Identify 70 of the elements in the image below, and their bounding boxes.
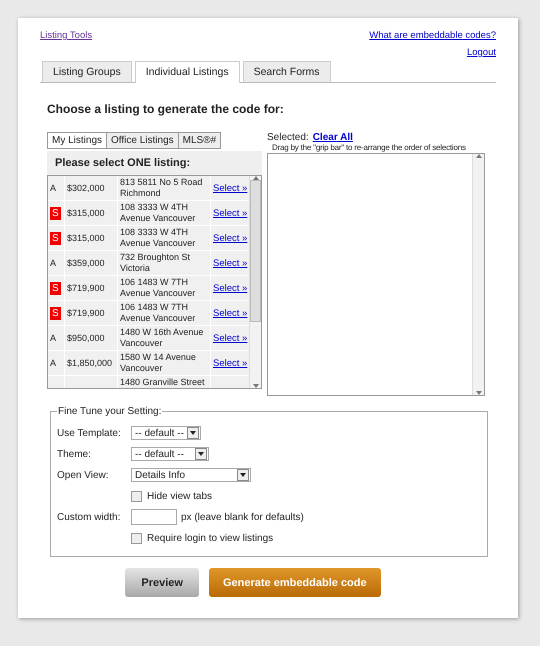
select-link[interactable]: Select »: [213, 232, 248, 244]
preview-button[interactable]: Preview: [125, 568, 199, 597]
table-cell: $359,000: [65, 251, 117, 275]
table-cell: A: [48, 351, 64, 375]
dropdown[interactable]: -- default --: [131, 447, 209, 461]
table-cell: $315,000: [65, 201, 117, 225]
field-label: Custom width:: [57, 512, 122, 522]
table-cell: $315,000: [65, 226, 117, 250]
scrollbar[interactable]: [472, 154, 484, 395]
table-cell: 106 1483 W 7TH Avenue Vancouver: [118, 301, 210, 325]
tab[interactable]: Office Listings: [106, 132, 179, 149]
table-cell: 1480 W 16th Avenue Vancouver: [118, 326, 210, 350]
table-cell: $302,000: [65, 176, 117, 200]
table-cell: A: [48, 251, 64, 275]
status-badge: S: [50, 306, 61, 320]
select-link[interactable]: Select »: [213, 182, 248, 194]
select-link[interactable]: Select »: [213, 208, 248, 218]
scroll-down-icon[interactable]: [476, 391, 482, 395]
checkbox[interactable]: [131, 490, 142, 502]
select-link[interactable]: Select »: [213, 332, 248, 344]
logout-link[interactable]: Logout: [466, 47, 496, 58]
hint-text: Drag by the "grip bar" to re-arrange the order of selections: [271, 143, 467, 152]
width-input[interactable]: [131, 509, 177, 525]
dropdown[interactable]: Details Info: [131, 468, 251, 482]
table-cell: 1580 W 14 Avenue Vancouver: [118, 351, 210, 375]
status-badge: S: [50, 232, 61, 244]
table-cell: 106 1483 W 7TH Avenue Vancouver: [118, 276, 210, 300]
table-cell: 813 5811 No 5 Road Richmond: [118, 176, 210, 200]
table-cell: 732 Broughton St Victoria: [118, 251, 210, 275]
table-cell: 1480 Granville Street: [118, 376, 210, 388]
table-cell: $719,900: [65, 301, 117, 325]
checkbox-label: Require login to view listings: [147, 532, 274, 544]
list-title: Please select ONE listing:: [47, 151, 262, 175]
unit-text: px (leave blank for defaults): [181, 512, 304, 522]
tab[interactable]: My Listings: [47, 132, 108, 149]
table-cell: A: [48, 326, 64, 350]
help-link[interactable]: What are embeddable codes?: [369, 30, 496, 41]
checkbox[interactable]: [131, 532, 142, 544]
dropdown-arrow-icon: [190, 431, 196, 435]
tab[interactable]: Search Forms: [242, 61, 331, 82]
dropdown-arrow-icon: [198, 452, 204, 456]
select-link[interactable]: Select »: [213, 258, 248, 268]
table-cell: 108 3333 W 4TH Avenue Vancouver: [118, 226, 210, 250]
scroll-down-icon[interactable]: [252, 384, 258, 388]
scroll-up-icon[interactable]: [476, 154, 482, 158]
selected-label: Selected:: [267, 132, 309, 143]
select-link[interactable]: Select »: [213, 282, 248, 294]
table-cell: $950,000: [65, 326, 117, 350]
field-label: Use Template:: [57, 428, 122, 438]
dropdown-arrow-icon: [240, 473, 246, 477]
select-link[interactable]: Select »: [213, 308, 248, 318]
dropdown[interactable]: -- default --: [131, 426, 201, 440]
scrollbar[interactable]: [249, 176, 261, 388]
status-badge: S: [50, 282, 61, 294]
table-cell: $719,900: [65, 276, 117, 300]
table-cell: 108 3333 W 4TH Avenue Vancouver: [118, 201, 210, 225]
clear-all-link[interactable]: Clear All: [312, 132, 353, 143]
table-cell: A: [48, 176, 64, 200]
tab[interactable]: MLS®#: [178, 132, 222, 149]
listing-tools-link[interactable]: Listing Tools: [40, 30, 92, 41]
fieldset-legend: Fine Tune your Setting:: [57, 406, 162, 417]
status-badge: S: [50, 206, 61, 220]
table-cell: $1,850,000: [65, 351, 117, 375]
tab[interactable]: Individual Listings: [134, 61, 240, 83]
field-label: Open View:: [57, 470, 110, 480]
select-link[interactable]: Select »: [213, 358, 248, 368]
field-label: Theme:: [57, 448, 92, 460]
checkbox-label: Hide view tabs: [147, 490, 212, 502]
tab[interactable]: Listing Groups: [42, 61, 132, 82]
section-heading: Choose a listing to generate the code for:: [47, 102, 285, 116]
